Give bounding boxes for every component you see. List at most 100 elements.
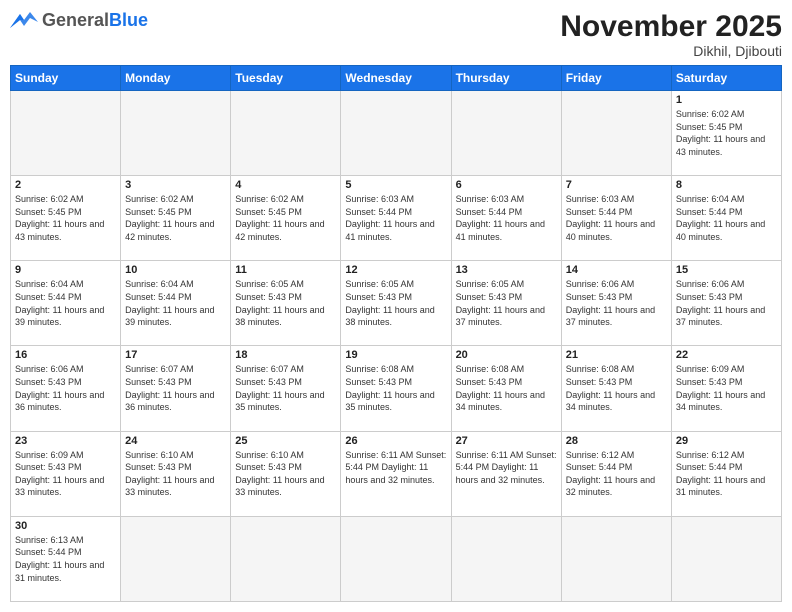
- day-number: 21: [566, 349, 667, 361]
- calendar-cell: 7 Sunrise: 6:03 AM Sunset: 5:44 PM Daylig…: [561, 176, 671, 261]
- day-info: Sunrise: 6:06 AM Sunset: 5:43 PM Dayligh…: [566, 278, 667, 328]
- calendar-cell: 16 Sunrise: 6:06 AM Sunset: 5:43 PM Dayli…: [11, 346, 121, 431]
- location: Dikhil, Djibouti: [560, 43, 782, 59]
- weekday-header: Friday: [561, 66, 671, 91]
- day-info: Sunrise: 6:02 AM Sunset: 5:45 PM Dayligh…: [235, 193, 336, 243]
- logo-blue: Blue: [109, 10, 148, 30]
- calendar-cell: [561, 91, 671, 176]
- day-info: Sunrise: 6:03 AM Sunset: 5:44 PM Dayligh…: [456, 193, 557, 243]
- calendar-cell: 9Sunrise: 6:04 AM Sunset: 5:44 PM Daylig…: [11, 261, 121, 346]
- day-info: Sunrise: 6:09 AM Sunset: 5:43 PM Dayligh…: [15, 449, 116, 499]
- calendar-cell: [341, 91, 451, 176]
- logo: GeneralBlue: [10, 10, 148, 32]
- day-info: Sunrise: 6:08 AM Sunset: 5:43 PM Dayligh…: [345, 363, 446, 413]
- weekday-header: Wednesday: [341, 66, 451, 91]
- weekday-header: Sunday: [11, 66, 121, 91]
- calendar-cell: 12Sunrise: 6:05 AM Sunset: 5:43 PM Dayli…: [341, 261, 451, 346]
- calendar-cell: 8 Sunrise: 6:04 AM Sunset: 5:44 PM Daylig…: [671, 176, 781, 261]
- calendar-cell: 22Sunrise: 6:09 AM Sunset: 5:43 PM Dayli…: [671, 346, 781, 431]
- calendar-cell: 21 Sunrise: 6:08 AM Sunset: 5:43 PM Dayli…: [561, 346, 671, 431]
- day-number: 5: [345, 179, 446, 191]
- weekday-header: Thursday: [451, 66, 561, 91]
- day-info: Sunrise: 6:06 AM Sunset: 5:43 PM Dayligh…: [676, 278, 777, 328]
- day-number: 15: [676, 264, 777, 276]
- calendar-cell: 30 Sunrise: 6:13 AM Sunset: 5:44 PM Dayli…: [11, 516, 121, 601]
- calendar-cell: 5 Sunrise: 6:03 AM Sunset: 5:44 PM Daylig…: [341, 176, 451, 261]
- day-number: 30: [15, 520, 116, 532]
- calendar-cell: 15 Sunrise: 6:06 AM Sunset: 5:43 PM Dayli…: [671, 261, 781, 346]
- day-number: 16: [15, 349, 116, 361]
- day-number: 2: [15, 179, 116, 191]
- day-number: 7: [566, 179, 667, 191]
- header: GeneralBlue November 2025 Dikhil, Djibou…: [10, 10, 782, 59]
- day-info: Sunrise: 6:02 AM Sunset: 5:45 PM Dayligh…: [15, 193, 116, 243]
- day-number: 17: [125, 349, 226, 361]
- day-info: Sunrise: 6:08 AM Sunset: 5:43 PM Dayligh…: [456, 363, 557, 413]
- day-info: Sunrise: 6:04 AM Sunset: 5:44 PM Dayligh…: [676, 193, 777, 243]
- day-number: 20: [456, 349, 557, 361]
- day-number: 11: [235, 264, 336, 276]
- calendar-cell: [561, 516, 671, 601]
- day-number: 26: [345, 435, 446, 447]
- calendar-table: SundayMondayTuesdayWednesdayThursdayFrid…: [10, 65, 782, 602]
- day-info: Sunrise: 6:10 AM Sunset: 5:43 PM Dayligh…: [125, 449, 226, 499]
- day-number: 1: [676, 94, 777, 106]
- day-info: Sunrise: 6:07 AM Sunset: 5:43 PM Dayligh…: [235, 363, 336, 413]
- calendar-cell: 10Sunrise: 6:04 AM Sunset: 5:44 PM Dayli…: [121, 261, 231, 346]
- calendar-cell: 27Sunrise: 6:11 AM Sunset: 5:44 PM Dayli…: [451, 431, 561, 516]
- day-number: 3: [125, 179, 226, 191]
- calendar-cell: [121, 516, 231, 601]
- day-info: Sunrise: 6:03 AM Sunset: 5:44 PM Dayligh…: [345, 193, 446, 243]
- calendar-cell: [121, 91, 231, 176]
- calendar-cell: [671, 516, 781, 601]
- day-number: 18: [235, 349, 336, 361]
- calendar-cell: 25Sunrise: 6:10 AM Sunset: 5:43 PM Dayli…: [231, 431, 341, 516]
- calendar-cell: [231, 516, 341, 601]
- day-number: 6: [456, 179, 557, 191]
- calendar-cell: 19 Sunrise: 6:08 AM Sunset: 5:43 PM Dayli…: [341, 346, 451, 431]
- calendar-cell: 26Sunrise: 6:11 AM Sunset: 5:44 PM Dayli…: [341, 431, 451, 516]
- weekday-header: Saturday: [671, 66, 781, 91]
- page: GeneralBlue November 2025 Dikhil, Djibou…: [0, 0, 792, 612]
- title-block: November 2025 Dikhil, Djibouti: [560, 10, 782, 59]
- calendar-cell: 23Sunrise: 6:09 AM Sunset: 5:43 PM Dayli…: [11, 431, 121, 516]
- logo-text: GeneralBlue: [42, 11, 148, 31]
- calendar-cell: [341, 516, 451, 601]
- day-info: Sunrise: 6:12 AM Sunset: 5:44 PM Dayligh…: [676, 449, 777, 499]
- day-info: Sunrise: 6:08 AM Sunset: 5:43 PM Dayligh…: [566, 363, 667, 413]
- day-info: Sunrise: 6:04 AM Sunset: 5:44 PM Dayligh…: [15, 278, 116, 328]
- day-number: 8: [676, 179, 777, 191]
- day-number: 29: [676, 435, 777, 447]
- day-info: Sunrise: 6:05 AM Sunset: 5:43 PM Dayligh…: [235, 278, 336, 328]
- calendar-cell: [451, 91, 561, 176]
- day-info: Sunrise: 6:10 AM Sunset: 5:43 PM Dayligh…: [235, 449, 336, 499]
- day-number: 12: [345, 264, 446, 276]
- day-info: Sunrise: 6:05 AM Sunset: 5:43 PM Dayligh…: [456, 278, 557, 328]
- calendar-cell: 11 Sunrise: 6:05 AM Sunset: 5:43 PM Dayli…: [231, 261, 341, 346]
- day-number: 13: [456, 264, 557, 276]
- day-info: Sunrise: 6:06 AM Sunset: 5:43 PM Dayligh…: [15, 363, 116, 413]
- day-info: Sunrise: 6:12 AM Sunset: 5:44 PM Dayligh…: [566, 449, 667, 499]
- calendar-cell: [11, 91, 121, 176]
- day-info: Sunrise: 6:09 AM Sunset: 5:43 PM Dayligh…: [676, 363, 777, 413]
- day-info: Sunrise: 6:02 AM Sunset: 5:45 PM Dayligh…: [676, 108, 777, 158]
- calendar-cell: 6 Sunrise: 6:03 AM Sunset: 5:44 PM Daylig…: [451, 176, 561, 261]
- day-number: 14: [566, 264, 667, 276]
- calendar-cell: 4 Sunrise: 6:02 AM Sunset: 5:45 PM Daylig…: [231, 176, 341, 261]
- day-info: Sunrise: 6:11 AM Sunset: 5:44 PM Dayligh…: [456, 449, 557, 487]
- calendar-cell: [451, 516, 561, 601]
- calendar-cell: 20 Sunrise: 6:08 AM Sunset: 5:43 PM Dayli…: [451, 346, 561, 431]
- day-info: Sunrise: 6:02 AM Sunset: 5:45 PM Dayligh…: [125, 193, 226, 243]
- logo-general: General: [42, 10, 109, 30]
- day-info: Sunrise: 6:13 AM Sunset: 5:44 PM Dayligh…: [15, 534, 116, 584]
- calendar-cell: 24Sunrise: 6:10 AM Sunset: 5:43 PM Dayli…: [121, 431, 231, 516]
- calendar-cell: 14 Sunrise: 6:06 AM Sunset: 5:43 PM Dayli…: [561, 261, 671, 346]
- calendar-cell: 2 Sunrise: 6:02 AM Sunset: 5:45 PM Daylig…: [11, 176, 121, 261]
- day-info: Sunrise: 6:07 AM Sunset: 5:43 PM Dayligh…: [125, 363, 226, 413]
- day-info: Sunrise: 6:03 AM Sunset: 5:44 PM Dayligh…: [566, 193, 667, 243]
- calendar-cell: [231, 91, 341, 176]
- calendar-cell: 28Sunrise: 6:12 AM Sunset: 5:44 PM Dayli…: [561, 431, 671, 516]
- day-number: 19: [345, 349, 446, 361]
- day-number: 4: [235, 179, 336, 191]
- calendar-cell: 29 Sunrise: 6:12 AM Sunset: 5:44 PM Dayli…: [671, 431, 781, 516]
